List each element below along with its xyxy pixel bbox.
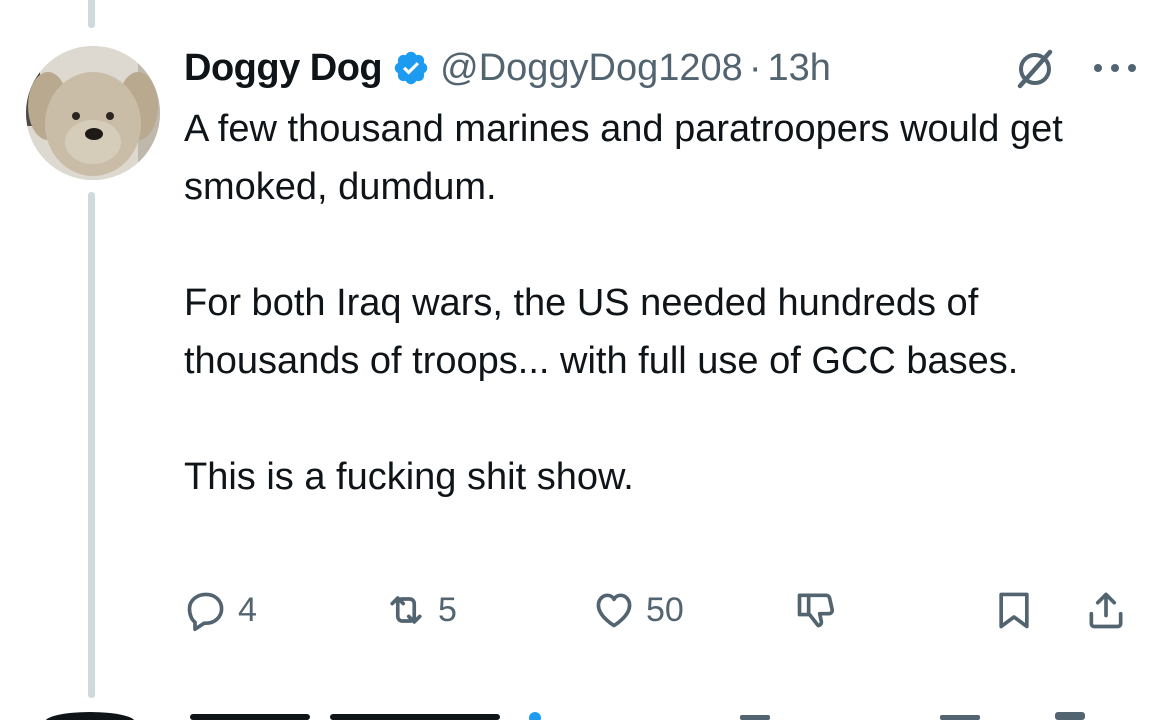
avatar-image xyxy=(26,46,160,180)
reply-button[interactable]: 4 xyxy=(184,580,257,640)
verified-badge-icon[interactable] xyxy=(392,49,430,87)
tweet-paragraph: A few thousand marines and paratroopers … xyxy=(184,108,1063,208)
tweet-actions: 4 5 50 xyxy=(184,580,1144,640)
grok-icon[interactable] xyxy=(1012,46,1058,92)
display-name[interactable]: Doggy Dog xyxy=(184,47,383,90)
like-count: 50 xyxy=(646,590,684,629)
thread-line xyxy=(88,192,95,698)
repost-icon xyxy=(390,596,422,624)
tweet-text: A few thousand marines and paratroopers … xyxy=(184,100,1144,506)
bookmark-icon xyxy=(999,592,1029,629)
more-icon[interactable] xyxy=(1090,60,1140,76)
repost-button[interactable]: 5 xyxy=(384,580,457,640)
share-button[interactable] xyxy=(1084,580,1128,640)
next-tweet-peek xyxy=(40,700,1140,725)
share-icon xyxy=(1089,592,1123,629)
bookmark-button[interactable] xyxy=(992,580,1036,640)
like-button[interactable]: 50 xyxy=(592,580,684,640)
user-handle[interactable]: @DoggyDog1208 xyxy=(440,47,743,90)
tweet-paragraph: For both Iraq wars, the US needed hundre… xyxy=(184,282,1019,382)
next-tweet-edge xyxy=(45,712,1085,725)
tweet-header: Doggy Dog @DoggyDog1208 · 13h xyxy=(184,40,831,96)
dislike-button[interactable] xyxy=(794,580,838,640)
timestamp[interactable]: 13h xyxy=(767,47,830,90)
separator-dot: · xyxy=(748,46,762,89)
thumbs-down-icon xyxy=(797,593,835,628)
reply-count: 4 xyxy=(238,590,257,629)
heart-icon xyxy=(596,593,632,628)
repost-count: 5 xyxy=(438,590,457,629)
reply-icon xyxy=(187,592,224,632)
tweet-paragraph: This is a fucking shit show. xyxy=(184,456,634,498)
thread-line-top xyxy=(88,0,95,28)
avatar[interactable] xyxy=(26,46,160,180)
